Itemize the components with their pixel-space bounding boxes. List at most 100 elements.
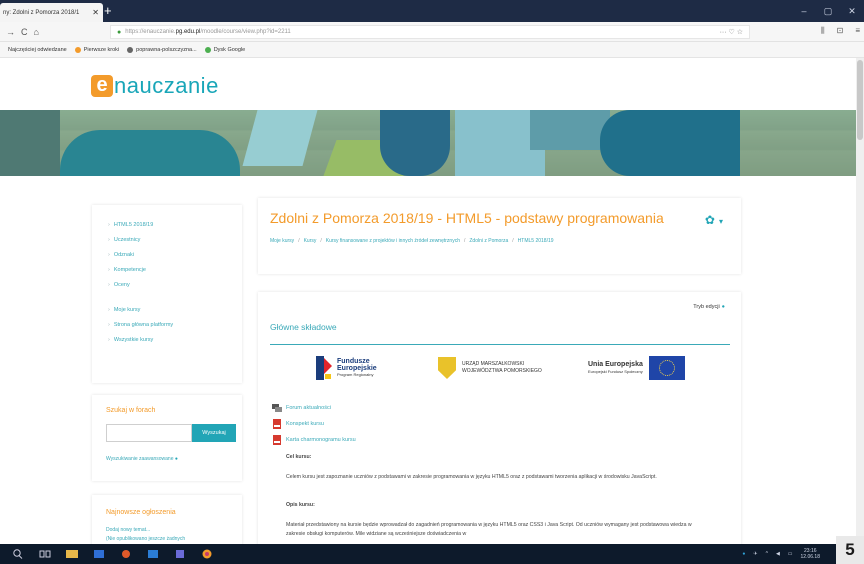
menu-icon[interactable]: ≡ bbox=[855, 26, 860, 36]
browser-tab[interactable]: ny: Zdolni z Pomorza 2018/1 ✕ bbox=[0, 3, 103, 22]
bookmark-label: Dysk Google bbox=[213, 46, 246, 53]
forum-icon bbox=[272, 404, 282, 412]
logo-mark: e bbox=[91, 75, 113, 97]
bookmark-item[interactable]: poprawna-polszczyzna... bbox=[127, 46, 197, 53]
help-icon[interactable]: ● bbox=[722, 304, 725, 310]
network-icon[interactable]: ● bbox=[742, 551, 745, 557]
system-tray: ● ✈ ^ ◀ ▭ 23:16 12.06.18 bbox=[742, 548, 820, 560]
breadcrumb-item[interactable]: Moje kursy bbox=[270, 238, 294, 244]
firefox-icon[interactable] bbox=[198, 548, 216, 560]
clock[interactable]: 23:16 12.06.18 bbox=[801, 548, 820, 560]
new-tab-button[interactable]: + bbox=[104, 4, 112, 18]
bookmark-item[interactable]: Pierwsze kroki bbox=[74, 46, 120, 53]
page-title: Zdolni z Pomorza 2018/19 - HTML5 - podst… bbox=[270, 210, 664, 226]
breadcrumb: Moje kursy / Kursy / Kursy finansowane z p… bbox=[270, 238, 554, 244]
nav-item-all-courses[interactable]: Wszystkie kursy bbox=[92, 332, 242, 347]
page-number: 5 bbox=[836, 536, 864, 564]
course-goal-title: Cel kursu: bbox=[286, 454, 312, 460]
home-icon[interactable]: ⌂ bbox=[34, 27, 39, 37]
logo-text: nauczanie bbox=[114, 73, 219, 98]
page-actions-icon[interactable]: ··· ♡ ☆ bbox=[720, 28, 743, 36]
firefox-icon bbox=[74, 46, 81, 53]
nav-item-my-courses[interactable]: Moje kursy bbox=[92, 302, 242, 317]
news-empty-text: (Nie opublikowano jeszcze żadnych bbox=[106, 536, 186, 542]
task-view-icon[interactable] bbox=[36, 548, 54, 560]
course-navigation: HTML5 2018/19 Uczestnicy Odznaki Kompete… bbox=[92, 205, 242, 383]
course-goal-text: Celem kursu jest zapoznanie uczniów z po… bbox=[286, 474, 657, 480]
forum-link[interactable]: Forum aktualności bbox=[272, 403, 331, 413]
tab-title: ny: Zdolni z Pomorza 2018/1 bbox=[3, 9, 80, 16]
url-prefix: https://enauczanie. bbox=[125, 29, 176, 35]
fundusze-europejskie-logo: Fundusze Europejskie Program Regionalny bbox=[316, 356, 438, 380]
close-window-button[interactable]: ✕ bbox=[840, 0, 864, 22]
bookmark-item[interactable]: Najczęściej odwiedzane bbox=[8, 47, 67, 53]
app-icon[interactable] bbox=[117, 548, 135, 560]
nav-item-participants[interactable]: Uczestnicy bbox=[92, 232, 242, 247]
url-path: /moodle/course/view.php?id=2211 bbox=[200, 29, 291, 35]
url-host: pg.edu.pl bbox=[175, 29, 201, 35]
globe-icon bbox=[127, 46, 134, 53]
sidebar-icon[interactable]: ⊡ bbox=[837, 26, 844, 36]
user-icon[interactable]: ✈ bbox=[753, 551, 757, 557]
header-banner-image bbox=[0, 110, 864, 176]
add-topic-link[interactable]: Dodaj nowy temat... bbox=[106, 526, 242, 535]
window-controls: – ▢ ✕ bbox=[792, 0, 864, 22]
pdf-icon bbox=[273, 419, 281, 429]
nav-item-home[interactable]: Strona główna platformy bbox=[92, 317, 242, 332]
app-icon[interactable] bbox=[144, 548, 162, 560]
course-header: Zdolni z Pomorza 2018/19 - HTML5 - podst… bbox=[258, 198, 741, 274]
browser-tab-bar: ny: Zdolni z Pomorza 2018/1 ✕ + – ▢ ✕ bbox=[0, 0, 864, 22]
bookmark-item[interactable]: Dysk Google bbox=[204, 46, 246, 53]
store-icon[interactable] bbox=[90, 548, 108, 560]
file-explorer-icon[interactable] bbox=[63, 548, 81, 560]
course-description-text: Materiał przedstawiony na kursie będzie … bbox=[286, 522, 692, 537]
forum-search-button[interactable]: Wyszukaj bbox=[192, 424, 236, 442]
google-drive-icon bbox=[204, 46, 211, 53]
bookmark-label: poprawna-polszczyzna... bbox=[136, 46, 197, 53]
maximize-button[interactable]: ▢ bbox=[816, 0, 840, 22]
resource-link[interactable]: Karta charmonogramu kursu bbox=[272, 435, 356, 445]
urzad-marszalkowski-logo: URZĄD MARSZAŁKOWSKI WOJEWÓDZTWA POMORSKIE… bbox=[438, 357, 588, 379]
page-scrollbar[interactable] bbox=[856, 58, 864, 544]
resource-link[interactable]: Konspekt kursu bbox=[272, 419, 324, 429]
latest-news-title: Najnowsze ogłoszenia bbox=[106, 509, 176, 516]
forum-search-input[interactable] bbox=[106, 424, 192, 442]
gear-icon[interactable]: ✿ ▾ bbox=[705, 213, 723, 227]
tray-overflow-icon[interactable]: ^ bbox=[766, 551, 768, 557]
forum-search-title: Szukaj w forach bbox=[106, 407, 156, 414]
keyboard-icon[interactable]: ▭ bbox=[788, 551, 793, 557]
volume-icon[interactable]: ◀ bbox=[776, 551, 780, 557]
course-content: Tryb edycji ● Główne składowe Fundusze Eur… bbox=[258, 292, 741, 564]
course-description-title: Opis kursu: bbox=[286, 502, 315, 508]
search-icon[interactable] bbox=[9, 548, 27, 560]
reload-icon[interactable]: C bbox=[21, 27, 28, 37]
library-icon[interactable]: ⫼ bbox=[821, 26, 825, 36]
address-bar[interactable]: ● https://enauczanie. pg.edu.pl /moodle/… bbox=[110, 25, 750, 39]
app-icon[interactable] bbox=[171, 548, 189, 560]
breadcrumb-item[interactable]: HTML5 2018/19 bbox=[518, 238, 554, 244]
tab-close-icon[interactable]: ✕ bbox=[92, 8, 99, 17]
pdf-icon bbox=[273, 435, 281, 445]
site-logo[interactable]: e nauczanie bbox=[91, 73, 219, 99]
screen: ny: Zdolni z Pomorza 2018/1 ✕ + – ▢ ✕ → … bbox=[0, 0, 864, 564]
breadcrumb-item[interactable]: Kursy finansowane z projektów i innych ź… bbox=[326, 238, 460, 244]
breadcrumb-item[interactable]: Kursy bbox=[304, 238, 317, 244]
bookmark-label: Najczęściej odwiedzane bbox=[8, 46, 67, 53]
breadcrumb-item[interactable]: Zdolni z Pomorza bbox=[469, 238, 508, 244]
minimize-button[interactable]: – bbox=[792, 0, 816, 22]
help-icon[interactable]: ● bbox=[175, 456, 178, 462]
nav-item-badges[interactable]: Odznaki bbox=[92, 247, 242, 262]
nav-item-grades[interactable]: Oceny bbox=[92, 277, 242, 292]
toolbar-right: ⫼ ⊡ ≡ bbox=[821, 26, 860, 36]
bookmark-label: Pierwsze kroki bbox=[83, 46, 120, 53]
unia-europejska-logo: Unia Europejska Europejski Fundusz Społec… bbox=[588, 356, 685, 380]
section-title: Główne składowe bbox=[270, 322, 337, 332]
browser-nav-bar: → C ⌂ ● https://enauczanie. pg.edu.pl /m… bbox=[0, 22, 864, 42]
nav-item-competencies[interactable]: Kompetencje bbox=[92, 262, 242, 277]
advanced-search-link[interactable]: Wyszukiwanie zaawansowane ● bbox=[106, 456, 242, 462]
forward-icon[interactable]: → bbox=[6, 27, 15, 37]
nav-item-course[interactable]: HTML5 2018/19 bbox=[92, 217, 242, 232]
funding-logos: Fundusze Europejskie Program Regionalny UR… bbox=[316, 350, 698, 386]
section-divider bbox=[270, 344, 730, 345]
edit-mode-link[interactable]: Tryb edycji ● bbox=[693, 304, 725, 310]
